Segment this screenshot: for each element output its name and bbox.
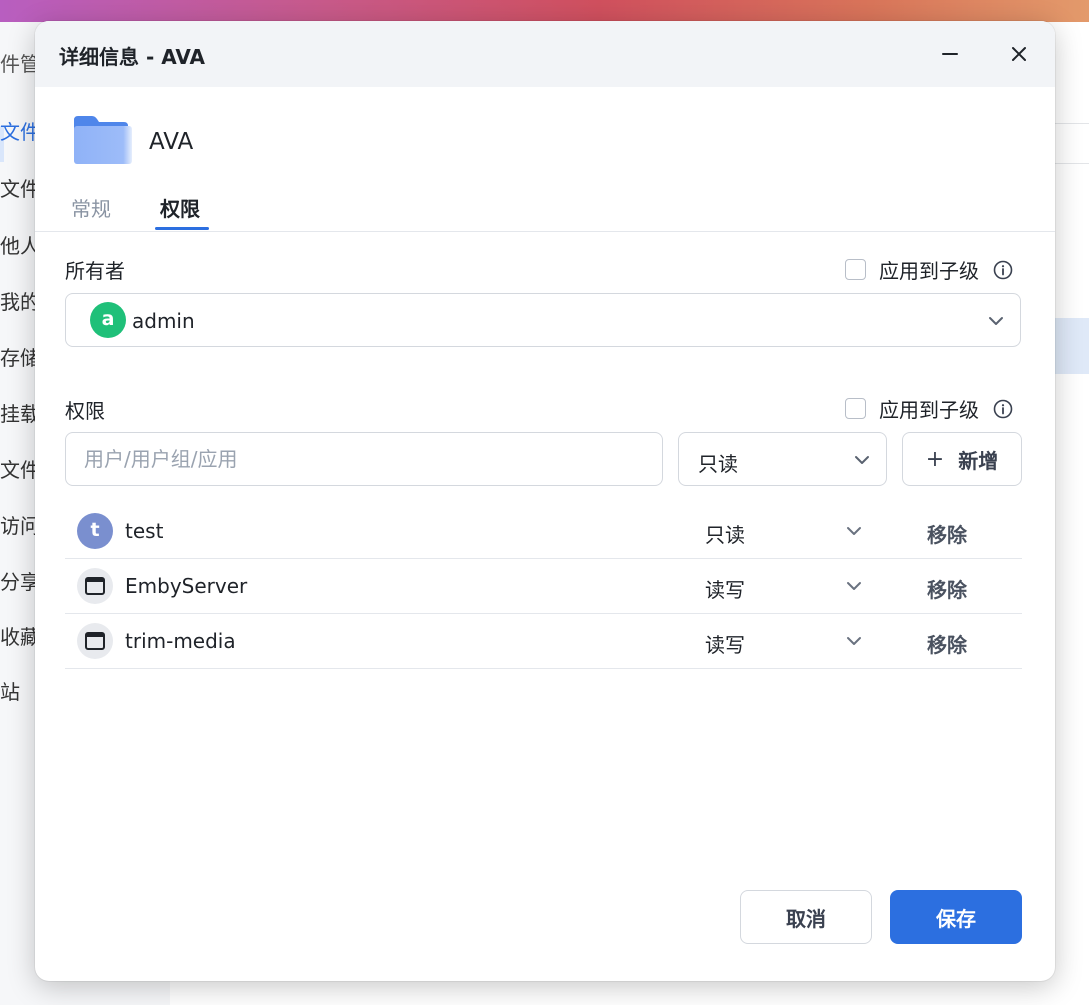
app-window-icon: [85, 577, 105, 595]
remove-button[interactable]: 移除: [927, 629, 967, 658]
permission-row: EmbyServer 读写 移除: [65, 559, 1022, 614]
sidebar-item[interactable]: 我的: [0, 288, 40, 316]
tab-general[interactable]: 常规: [71, 193, 111, 222]
owner-apply-children-checkbox[interactable]: [845, 259, 866, 280]
tab-permissions[interactable]: 权限: [160, 193, 200, 222]
app-window-icon: [85, 632, 105, 650]
user-search-input[interactable]: [65, 432, 663, 486]
permission-row: t test 只读 移除: [65, 504, 1022, 559]
sidebar-item[interactable]: 文件: [0, 175, 40, 203]
sidebar-item[interactable]: 文件: [0, 118, 40, 146]
close-icon: [1012, 47, 1026, 61]
owner-label: 所有者: [65, 259, 125, 283]
remove-button[interactable]: 移除: [927, 574, 967, 603]
sidebar-item[interactable]: 挂载: [0, 400, 40, 428]
row-permission: 读写: [705, 578, 745, 602]
info-icon[interactable]: [993, 260, 1013, 280]
remove-button[interactable]: 移除: [927, 519, 967, 548]
chevron-down-icon: [855, 456, 869, 464]
permission-select[interactable]: 只读: [678, 432, 887, 486]
selected-file-row[interactable]: [1050, 318, 1089, 374]
save-button[interactable]: 保存: [890, 890, 1022, 944]
avatar: t: [77, 513, 113, 549]
avatar: [77, 623, 113, 659]
chevron-down-icon[interactable]: [844, 576, 864, 596]
active-tab-indicator: [155, 227, 209, 230]
details-dialog: 详细信息 - AVA AVA 常规 权限 所有者 应用到子级 a admin 权…: [35, 21, 1055, 981]
add-button[interactable]: + 新增: [902, 432, 1022, 486]
owner-apply-children: 应用到子级: [845, 255, 1013, 284]
sidebar-item[interactable]: 分享: [0, 568, 40, 596]
minimize-button[interactable]: [933, 37, 967, 71]
sidebar-item[interactable]: 收藏: [0, 623, 40, 651]
add-button-label: 新增: [958, 448, 999, 473]
cancel-button[interactable]: 取消: [740, 890, 872, 944]
divider: [1050, 123, 1089, 124]
owner-select[interactable]: a admin: [65, 293, 1021, 347]
permission-select-value: 只读: [698, 452, 738, 476]
info-icon[interactable]: [993, 399, 1013, 419]
desktop-top-bar: [0, 0, 1089, 22]
apply-children-label: 应用到子级: [879, 398, 979, 422]
chevron-down-icon: [989, 317, 1003, 325]
apply-children-label: 应用到子级: [879, 259, 979, 283]
avatar: [77, 568, 113, 604]
permissions-apply-children-checkbox[interactable]: [845, 398, 866, 419]
plus-icon: +: [925, 446, 945, 472]
row-permission: 读写: [705, 633, 745, 657]
divider: [1050, 163, 1089, 164]
sidebar-item[interactable]: 站: [0, 678, 40, 706]
close-button[interactable]: [1002, 37, 1036, 71]
chevron-down-icon[interactable]: [844, 521, 864, 541]
permissions-apply-children: 应用到子级: [845, 394, 1013, 423]
owner-value: admin: [132, 309, 195, 333]
row-name: test: [125, 519, 164, 543]
avatar: a: [90, 302, 126, 338]
tab-divider: [35, 231, 1055, 232]
sidebar-item[interactable]: 访问: [0, 512, 40, 540]
sidebar-item[interactable]: 文件: [0, 456, 40, 484]
minimize-icon: [942, 53, 958, 55]
sidebar-item[interactable]: 存储: [0, 344, 40, 372]
chevron-down-icon[interactable]: [844, 631, 864, 651]
row-permission: 只读: [705, 523, 745, 547]
dialog-header: 详细信息 - AVA: [35, 21, 1055, 87]
sidebar-item[interactable]: 他人: [0, 232, 40, 260]
dialog-title: 详细信息 - AVA: [59, 45, 205, 69]
row-name: EmbyServer: [125, 574, 248, 598]
folder-name: AVA: [149, 129, 194, 155]
permission-row: trim-media 读写 移除: [65, 614, 1022, 669]
folder-icon: [74, 116, 132, 164]
row-name: trim-media: [125, 629, 236, 653]
permissions-label: 权限: [65, 399, 105, 423]
